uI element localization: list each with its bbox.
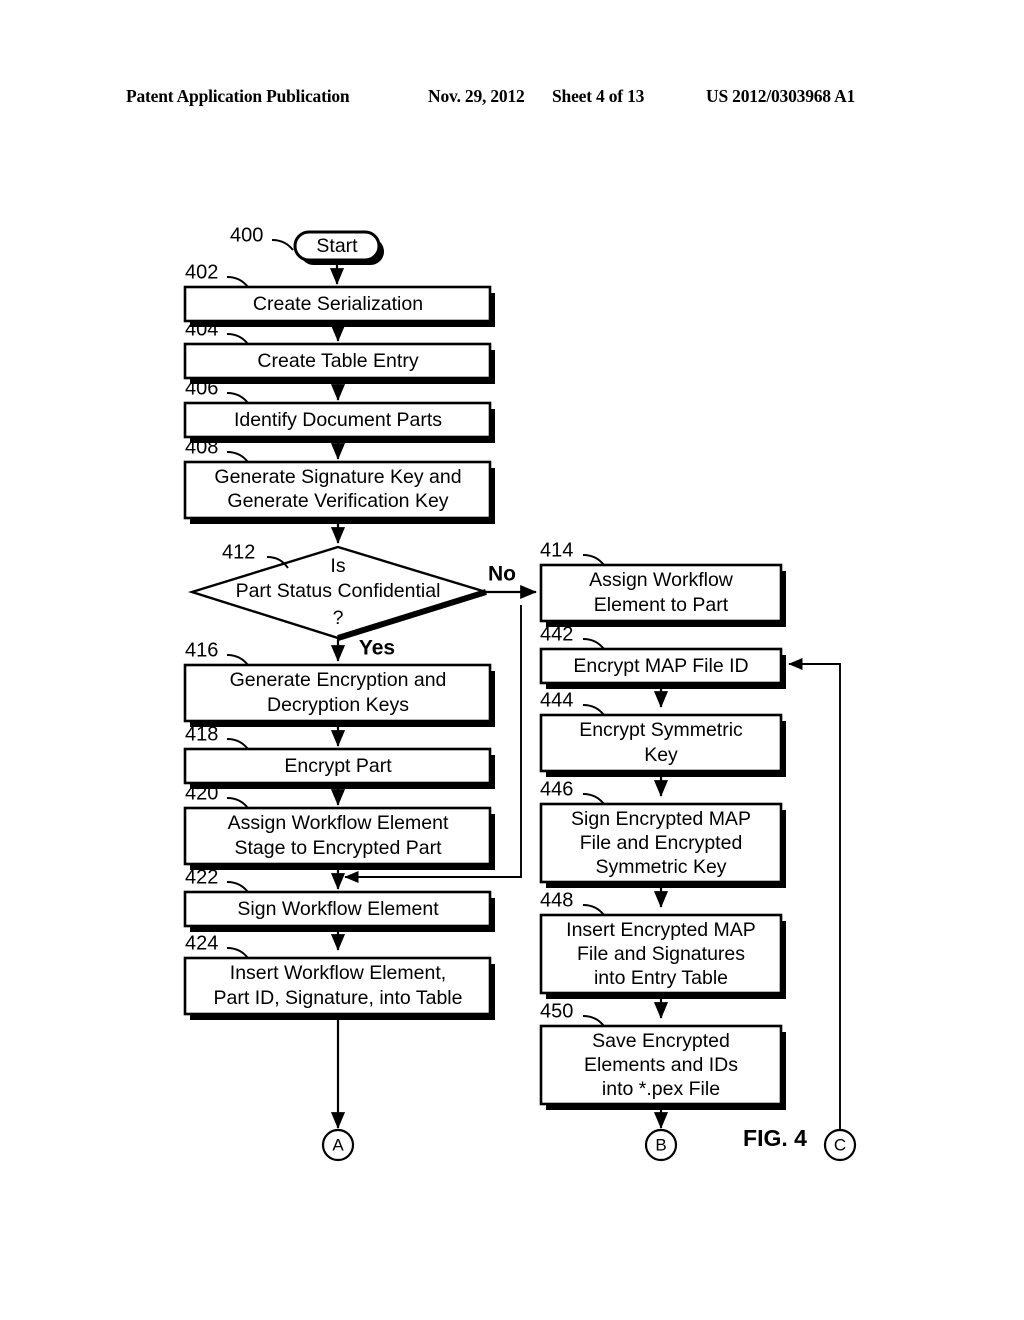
node-448-label-line3: into Entry Table	[594, 967, 728, 989]
node-442-label: Encrypt MAP File ID	[573, 655, 748, 677]
ref-412-number: 412	[222, 541, 255, 563]
node-420: Assign Workflow Element Stage to Encrypt…	[183, 806, 495, 870]
edge-connector-c-442	[788, 657, 841, 1130]
branch-label-yes: Yes	[359, 637, 395, 660]
connector-a-label: A	[332, 1135, 344, 1154]
ref-424: 424	[185, 932, 249, 959]
node-420-label-line2: Stage to Encrypted Part	[234, 837, 442, 859]
node-446: Sign Encrypted MAP File and Encrypted Sy…	[539, 802, 786, 888]
ref-442: 442	[540, 623, 605, 650]
ref-400-number: 400	[230, 224, 263, 246]
node-408: Generate Signature Key and Generate Veri…	[183, 460, 495, 524]
node-412-label-line2: Part Status Confidential	[236, 580, 441, 602]
node-404-label: Create Table Entry	[257, 350, 418, 372]
ref-420-number: 420	[185, 782, 218, 804]
node-416-label-line2: Decryption Keys	[267, 694, 409, 716]
ref-442-number: 442	[540, 623, 573, 645]
connector-b-label: B	[655, 1135, 666, 1154]
ref-402: 402	[185, 261, 249, 288]
ref-402-number: 402	[185, 261, 218, 283]
ref-418: 418	[185, 723, 249, 750]
ref-416: 416	[185, 639, 249, 666]
patent-drawing-page: Patent Application Publication Nov. 29, …	[0, 0, 1024, 1320]
connector-c: C	[823, 1128, 857, 1162]
node-442: Encrypt MAP File ID	[539, 647, 786, 689]
node-450-label-line2: Elements and IDs	[584, 1054, 738, 1076]
node-448-label-line1: Insert Encrypted MAP	[566, 919, 756, 941]
ref-412: 412	[222, 541, 289, 569]
node-446-label-line2: File and Encrypted	[580, 832, 743, 854]
node-444-label-line1: Encrypt Symmetric	[579, 719, 743, 741]
node-418: Encrypt Part	[183, 747, 495, 789]
ref-414: 414	[540, 539, 605, 566]
figure-label: FIG. 4	[743, 1125, 807, 1151]
node-424-label-line1: Insert Workflow Element,	[230, 962, 446, 984]
ref-446-number: 446	[540, 778, 573, 800]
connector-b: B	[644, 1128, 678, 1162]
ref-404-number: 404	[185, 318, 218, 340]
node-446-label-line1: Sign Encrypted MAP	[571, 808, 751, 830]
node-412-label-line3: ?	[333, 607, 344, 629]
node-412-label-line1: Is	[330, 555, 345, 577]
ref-450: 450	[540, 1000, 605, 1027]
node-450-label-line1: Save Encrypted	[592, 1030, 730, 1052]
ref-448: 448	[540, 889, 605, 916]
node-418-label: Encrypt Part	[284, 755, 392, 777]
ref-448-number: 448	[540, 889, 573, 911]
ref-418-number: 418	[185, 723, 218, 745]
ref-422: 422	[185, 866, 249, 893]
node-402-label: Create Serialization	[253, 293, 423, 315]
node-414-label-line1: Assign Workflow	[589, 569, 734, 591]
ref-444-number: 444	[540, 689, 573, 711]
node-444: Encrypt Symmetric Key	[539, 713, 786, 777]
node-400-start: Start	[293, 230, 384, 265]
node-406-label: Identify Document Parts	[234, 409, 442, 431]
node-424: Insert Workflow Element, Part ID, Signat…	[183, 956, 495, 1020]
node-406: Identify Document Parts	[183, 401, 495, 443]
node-422-label: Sign Workflow Element	[237, 898, 439, 920]
node-416: Generate Encryption and Decryption Keys	[183, 663, 495, 727]
node-448: Insert Encrypted MAP File and Signatures…	[539, 913, 786, 999]
node-408-label-line2: Generate Verification Key	[227, 490, 448, 512]
ref-422-number: 422	[185, 866, 218, 888]
node-422: Sign Workflow Element	[183, 890, 495, 932]
node-414: Assign Workflow Element to Part	[539, 563, 786, 627]
node-450-label-line3: into *.pex File	[602, 1078, 720, 1100]
ref-444: 444	[540, 689, 605, 716]
node-446-label-line3: Symmetric Key	[595, 856, 726, 878]
figure-4-flowchart: Start 400 Create Serialization 402 Creat…	[183, 224, 857, 1162]
node-404: Create Table Entry	[183, 342, 495, 384]
ref-414-number: 414	[540, 539, 573, 561]
node-408-label-line1: Generate Signature Key and	[214, 466, 461, 488]
ref-400: 400	[230, 224, 294, 251]
node-414-label-line2: Element to Part	[594, 594, 729, 616]
node-420-label-line1: Assign Workflow Element	[228, 812, 449, 834]
node-450: Save Encrypted Elements and IDs into *.p…	[539, 1024, 786, 1110]
node-444-label-line2: Key	[644, 744, 678, 766]
ref-408-number: 408	[185, 436, 218, 458]
node-424-label-line2: Part ID, Signature, into Table	[214, 987, 463, 1009]
node-402: Create Serialization	[183, 285, 495, 327]
connector-a: A	[321, 1128, 355, 1162]
ref-416-number: 416	[185, 639, 218, 661]
ref-450-number: 450	[540, 1000, 573, 1022]
branch-label-no: No	[488, 563, 516, 586]
node-400-label: Start	[316, 235, 358, 257]
ref-424-number: 424	[185, 932, 218, 954]
node-448-label-line2: File and Signatures	[577, 943, 745, 965]
connector-c-label: C	[834, 1135, 846, 1154]
ref-406-number: 406	[185, 377, 218, 399]
ref-446: 446	[540, 778, 605, 805]
node-416-label-line1: Generate Encryption and	[230, 669, 447, 691]
